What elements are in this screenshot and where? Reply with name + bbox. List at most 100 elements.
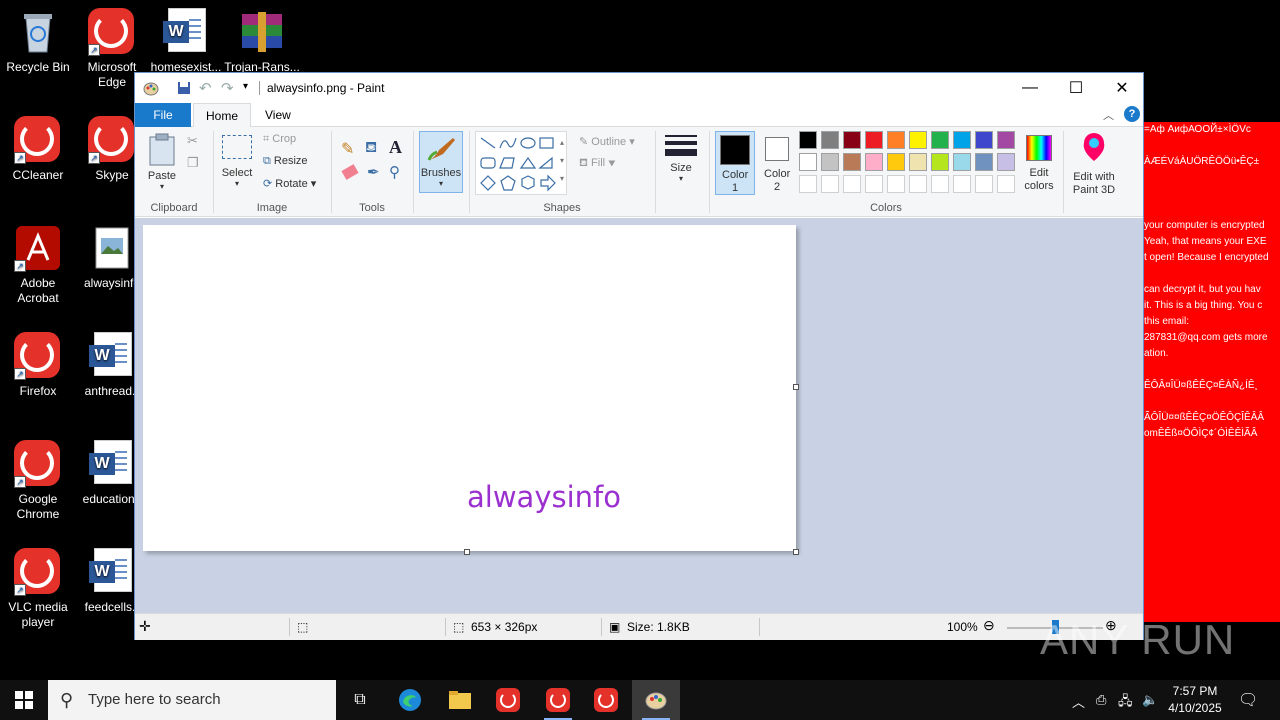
fill-bucket-icon[interactable]: ⛾ [365, 139, 377, 158]
palette-swatch[interactable] [843, 153, 861, 171]
palette-swatch[interactable] [997, 131, 1015, 149]
notifications-icon[interactable]: 🗨 [1238, 690, 1258, 710]
drawing-canvas[interactable]: alwaysinfo [143, 225, 796, 551]
resize-button[interactable]: ⧉ Resize [263, 155, 308, 168]
size-button[interactable]: Size ▾ [661, 131, 701, 183]
show-hidden-icons-icon[interactable]: ︿ [1072, 692, 1085, 711]
outline-button[interactable]: ✎ Outline ▾ [579, 135, 635, 148]
taskbar-netease-app-2[interactable] [534, 680, 582, 720]
palette-swatch[interactable] [931, 175, 949, 193]
magnifier-icon[interactable]: ⚲ [389, 163, 400, 181]
paint-app-icon[interactable] [143, 80, 159, 96]
palette-swatch[interactable] [975, 175, 993, 193]
task-view-button[interactable]: ⧉ [336, 680, 384, 720]
palette-swatch[interactable] [887, 175, 905, 193]
paste-button[interactable]: Paste ▾ [143, 131, 181, 197]
color1-button[interactable]: Color 1 [715, 131, 755, 195]
palette-swatch[interactable] [887, 131, 905, 149]
palette-swatch[interactable] [865, 131, 883, 149]
resize-handle-right[interactable] [793, 384, 799, 390]
palette-swatch[interactable] [799, 153, 817, 171]
resize-handle-corner[interactable] [793, 549, 799, 555]
palette-swatch[interactable] [997, 175, 1015, 193]
eraser-icon[interactable] [341, 164, 359, 180]
palette-swatch[interactable] [909, 153, 927, 171]
customize-toolbar-icon[interactable]: ▾ [243, 81, 248, 92]
canvas-workspace: alwaysinfo [135, 218, 1143, 613]
ransom-note-line: omÊÊß¤ÖÔÌÇ¢´ÓÌÊÊÌÃÂ [1144, 428, 1258, 439]
netease-app-icon [546, 688, 570, 712]
color2-button[interactable]: Color 2 [757, 131, 797, 195]
minimize-button[interactable]: — [1007, 73, 1053, 103]
palette-swatch[interactable] [953, 175, 971, 193]
palette-swatch[interactable] [821, 131, 839, 149]
network-icon[interactable]: 🖧 [1118, 692, 1133, 714]
desktop-icon-adobe-acrobat[interactable]: ↗ Adobe Acrobat [0, 224, 76, 306]
desktop-icon-ccleaner[interactable]: ↗ CCleaner [0, 116, 76, 183]
start-button[interactable] [0, 680, 48, 720]
palette-swatch[interactable] [799, 175, 817, 193]
desktop-icon-homesexist[interactable]: W homesexist... [148, 8, 224, 75]
brushes-button[interactable]: Brushes ▾ [419, 131, 463, 193]
undo-icon[interactable]: ↶ [199, 79, 212, 97]
taskbar-netease-app-3[interactable] [582, 680, 630, 720]
watermark-text: ANY RUN [1040, 616, 1236, 663]
tab-view[interactable]: View [253, 103, 303, 127]
volume-icon[interactable]: 🔈 [1142, 692, 1158, 708]
edit-colors-button[interactable]: Edit colors [1017, 131, 1061, 197]
palette-swatch[interactable] [909, 175, 927, 193]
text-tool-icon[interactable]: A [389, 137, 402, 158]
rotate-button[interactable]: ⟳ Rotate ▾ [263, 177, 316, 190]
palette-swatch[interactable] [887, 153, 905, 171]
palette-swatch[interactable] [997, 153, 1015, 171]
desktop-icon-vlc[interactable]: ↗ VLC media player [0, 548, 76, 630]
taskbar-search-box[interactable]: ⚲ Type here to search [48, 680, 336, 720]
desktop-icon-trojan-rans[interactable]: Trojan-Rans... [224, 8, 300, 75]
desktop-icon-recycle-bin[interactable]: Recycle Bin [0, 8, 76, 75]
pencil-icon[interactable]: ✎ [341, 139, 354, 159]
taskbar-clock[interactable]: 7:57 PM 4/10/2025 [1162, 683, 1228, 717]
palette-swatch[interactable] [931, 153, 949, 171]
taskbar-paint[interactable] [632, 680, 680, 720]
resize-handle-bottom[interactable] [464, 549, 470, 555]
palette-swatch[interactable] [843, 175, 861, 193]
taskbar-file-explorer[interactable] [436, 680, 484, 720]
crop-button[interactable]: ⌗ Crop [263, 133, 296, 146]
palette-swatch[interactable] [975, 153, 993, 171]
gallery-scroll-icon[interactable]: ▴ ▾ ▾ [560, 134, 564, 188]
palette-swatch[interactable] [821, 153, 839, 171]
palette-swatch[interactable] [799, 131, 817, 149]
palette-swatch[interactable] [953, 131, 971, 149]
palette-swatch[interactable] [821, 175, 839, 193]
palette-swatch[interactable] [865, 175, 883, 193]
rotate-label: Rotate [275, 178, 308, 190]
edit-with-paint3d-button[interactable]: Edit with Paint 3D [1067, 131, 1121, 197]
taskbar-edge[interactable] [386, 680, 434, 720]
fill-button[interactable]: ⛾ Fill ▾ [579, 157, 616, 171]
collapse-ribbon-icon[interactable]: ︿ [1103, 107, 1114, 123]
zoom-out-icon[interactable]: ⊖ [983, 617, 995, 634]
copy-icon[interactable]: ❐ [187, 155, 199, 171]
select-button[interactable]: Select ▾ [219, 133, 255, 188]
palette-swatch[interactable] [843, 131, 861, 149]
device-icon[interactable]: ⎙ [1096, 692, 1106, 708]
save-icon[interactable] [177, 81, 191, 95]
desktop-icon-google-chrome[interactable]: ↗ Google Chrome [0, 440, 76, 522]
cut-icon[interactable]: ✂ [187, 133, 198, 149]
chevron-down-icon: ▾ [159, 182, 164, 191]
palette-swatch[interactable] [865, 153, 883, 171]
tab-file[interactable]: File [135, 103, 191, 127]
palette-swatch[interactable] [953, 153, 971, 171]
close-button[interactable]: ✕ [1099, 73, 1145, 103]
redo-icon[interactable]: ↷ [221, 79, 234, 97]
taskbar-netease-app-1[interactable] [484, 680, 532, 720]
color-picker-icon[interactable]: ✒ [367, 163, 380, 181]
desktop-icon-firefox[interactable]: ↗ Firefox [0, 332, 76, 399]
palette-swatch[interactable] [909, 131, 927, 149]
palette-swatch[interactable] [931, 131, 949, 149]
maximize-button[interactable]: ☐ [1053, 73, 1099, 103]
palette-swatch[interactable] [975, 131, 993, 149]
help-icon[interactable]: ? [1124, 106, 1140, 122]
shapes-gallery[interactable]: ▴ ▾ ▾ [475, 131, 567, 195]
tab-home[interactable]: Home [193, 103, 252, 127]
